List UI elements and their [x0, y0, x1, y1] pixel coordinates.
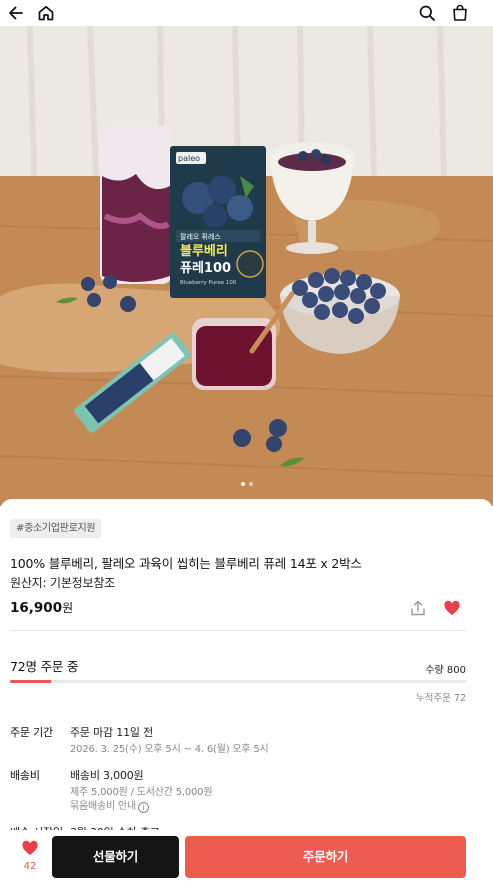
favorite-heart-icon[interactable]	[443, 599, 461, 617]
box-caption-text: Blueberry Puree 100	[180, 280, 237, 286]
cumulative-orders-text: 누적주문 72	[415, 693, 466, 704]
shipping-fee-text: 배송비 3,000원	[70, 769, 144, 782]
share-icon[interactable]	[409, 599, 427, 617]
top-navigation-bar	[0, 0, 493, 26]
product-image-carousel[interactable]: paleo 팔레오 퓌레스 블루베리 퓨레100 Blueberry Puree…	[0, 26, 493, 506]
gift-button[interactable]: 선물하기	[52, 836, 179, 878]
product-photo: paleo 팔레오 퓌레스 블루베리 퓨레100 Blueberry Puree…	[0, 26, 493, 506]
info-icon[interactable]: i	[137, 802, 149, 813]
back-arrow-icon[interactable]	[7, 4, 25, 22]
order-period-range: 2026. 3. 25(수) 오후 5시 ~ 4. 6(월) 오후 5시	[70, 744, 269, 755]
shopping-bag-icon[interactable]	[451, 4, 469, 22]
carousel-indicator	[0, 482, 493, 486]
carousel-dot-1[interactable]	[240, 482, 245, 486]
box-title-line1: 블루베리	[180, 243, 228, 259]
price-value: 16,900	[10, 600, 63, 616]
order-progress-fill	[10, 680, 52, 683]
carousel-dot-2[interactable]	[248, 482, 253, 486]
box-title-line2: 퓨레100	[180, 261, 231, 276]
origin-text: 원산지: 기본정보참조	[10, 576, 116, 590]
product-info-panel: #중소기업판로지원 100% 블루베리, 팔레오 과육이 씹히는 블루베리 퓨레…	[0, 499, 493, 839]
order-button[interactable]: 주문하기	[185, 836, 466, 878]
order-deadline-text: 주문 마감 11일 전	[70, 726, 154, 739]
search-icon[interactable]	[418, 4, 436, 22]
product-price: 16,900원	[10, 599, 73, 616]
wishlist-heart-icon	[22, 840, 38, 855]
box-brand-text: paleo	[178, 154, 200, 163]
home-icon[interactable]	[37, 4, 55, 22]
order-progress-bar	[10, 680, 466, 683]
product-title: 100% 블루베리, 팔레오 과육이 씹히는 블루베리 퓨레 14포 x 2박스	[10, 556, 362, 571]
section-divider	[10, 630, 466, 631]
wishlist-button[interactable]: 42	[10, 836, 50, 880]
shipping-extra-text: 제주 5,000원 / 도서산간 5,000원	[70, 787, 213, 798]
quantity-text: 수량 800	[425, 665, 466, 676]
bundle-shipping-link[interactable]: 묶음배송비 안내 i	[70, 797, 149, 813]
order-count-text: 72명 주문 중	[10, 659, 79, 674]
bottom-action-bar: 42 선물하기 주문하기	[0, 830, 493, 893]
box-sub-text: 팔레오 퓌레스	[180, 232, 221, 241]
wishlist-count: 42	[23, 861, 37, 872]
order-period-label: 주문 기간	[10, 726, 53, 739]
category-tag[interactable]: #중소기업판로지원	[10, 519, 102, 538]
price-unit: 원	[62, 601, 74, 615]
shipping-fee-label: 배송비	[10, 769, 40, 782]
bundle-shipping-text: 묶음배송비 안내	[70, 801, 136, 812]
